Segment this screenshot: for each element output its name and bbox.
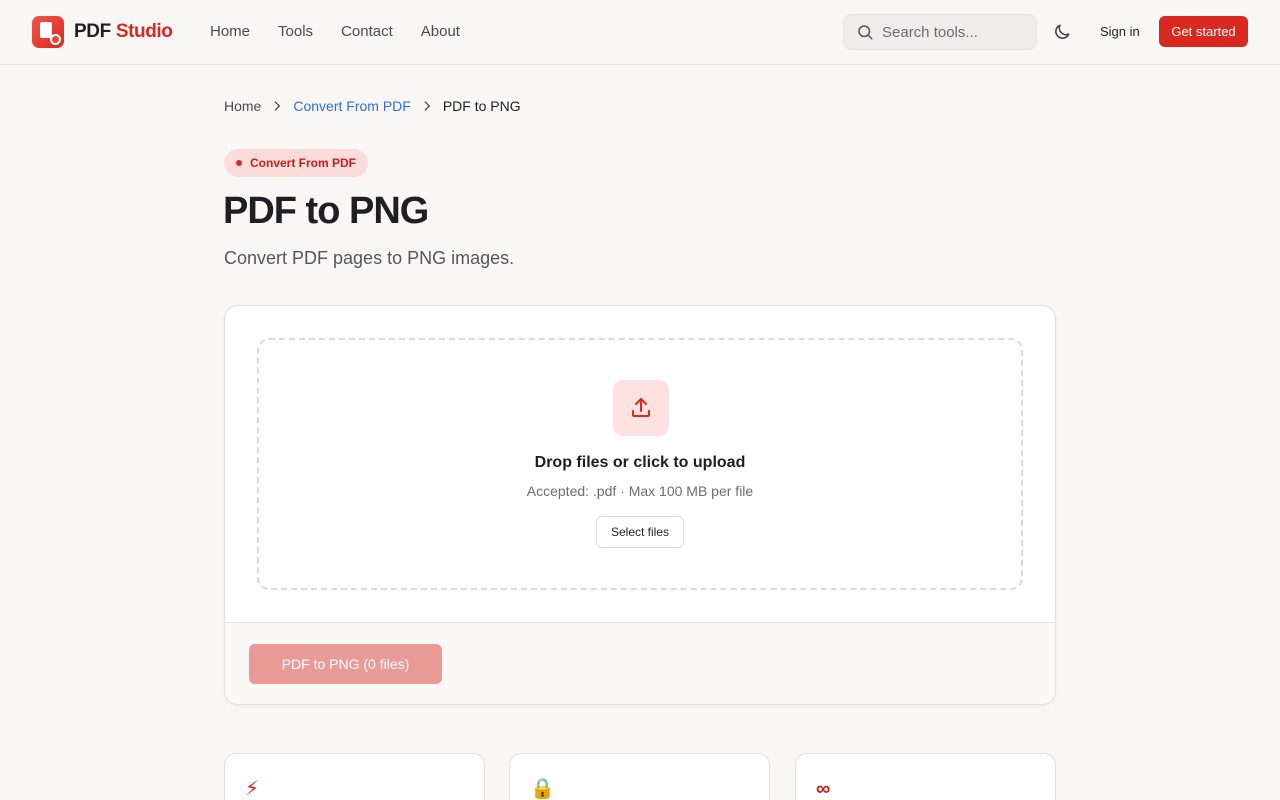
chevron-right-icon xyxy=(274,101,281,111)
get-started-button[interactable]: Get started xyxy=(1159,16,1248,47)
feature-card-unlimited: ∞ xyxy=(795,753,1056,800)
upload-icon xyxy=(632,398,650,417)
nav-item-contact[interactable]: Contact xyxy=(341,23,393,40)
breadcrumb: Home Convert From PDF PDF to PNG xyxy=(224,98,521,114)
logo-icon xyxy=(32,16,64,48)
nav-item-tools[interactable]: Tools xyxy=(278,23,313,40)
convert-button[interactable]: PDF to PNG (0 files) xyxy=(249,644,442,684)
lightning-icon: ⚡ xyxy=(245,778,260,800)
sign-in-link[interactable]: Sign in xyxy=(1100,24,1140,39)
file-dropzone[interactable]: Drop files or click to upload Accepted: … xyxy=(257,338,1023,590)
breadcrumb-current: PDF to PNG xyxy=(442,98,521,114)
moon-icon[interactable] xyxy=(1052,22,1072,42)
search-box[interactable] xyxy=(843,14,1037,50)
category-badge: Convert From PDF xyxy=(224,149,369,177)
chevron-right-icon xyxy=(424,101,430,111)
brand-logo[interactable]: PDF Studio xyxy=(32,16,173,48)
brand-name-part2: Studio xyxy=(115,21,173,42)
lock-icon: 🔒 xyxy=(530,778,555,800)
top-header: PDFStudio Home Tools Contact About Sign … xyxy=(0,0,1280,65)
nav-item-about[interactable]: About xyxy=(421,23,460,40)
brand-name: PDF Studio xyxy=(74,21,173,43)
breadcrumb-category[interactable]: Convert From PDF xyxy=(293,98,410,114)
dropzone-title: Drop files or click to upload xyxy=(534,454,746,471)
feature-card-speed: ⚡ xyxy=(224,753,485,800)
upload-card: Drop files or click to upload Accepted: … xyxy=(224,305,1056,705)
page-title: PDF to PNG xyxy=(223,190,429,232)
select-files-button[interactable]: Select files xyxy=(596,516,684,548)
brand-name-part1: PDF xyxy=(74,21,111,42)
badge-dot-icon xyxy=(236,160,242,166)
category-badge-label: Convert From PDF xyxy=(250,156,357,170)
breadcrumb-home[interactable]: Home xyxy=(224,98,261,114)
feature-card-security: 🔒 xyxy=(509,753,770,800)
dropzone-accepted-text: Accepted: .pdf · Max 100 MB per file xyxy=(526,483,754,499)
search-input[interactable] xyxy=(882,23,1032,41)
main-nav: Home Tools Contact About xyxy=(210,23,488,40)
search-icon xyxy=(858,25,873,40)
upload-icon-box xyxy=(613,380,669,436)
card-action-bar: PDF to PNG (0 files) xyxy=(225,622,1055,704)
page-subtitle: Convert PDF pages to PNG images. xyxy=(224,248,515,268)
nav-item-home[interactable]: Home xyxy=(210,23,250,40)
infinity-icon: ∞ xyxy=(816,778,831,800)
